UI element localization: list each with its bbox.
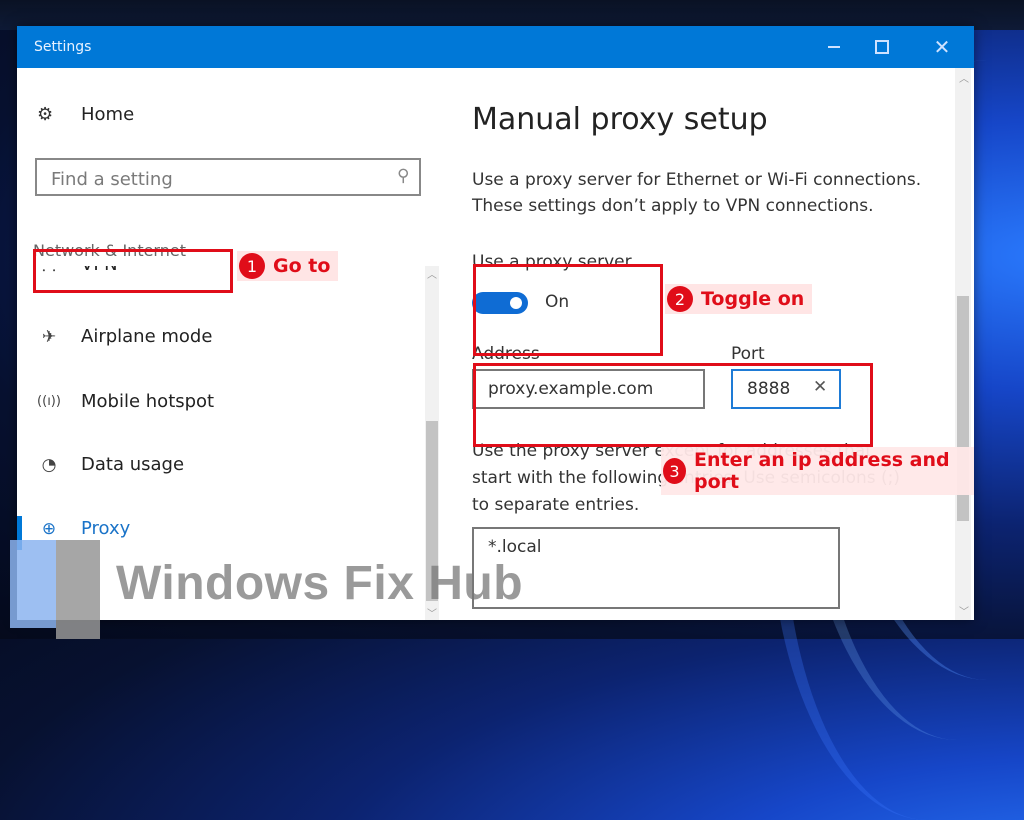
maximize-icon xyxy=(875,40,889,54)
page-title: Manual proxy setup xyxy=(472,102,768,137)
step-number-badge: 1 xyxy=(239,253,265,279)
close-icon: ✕ xyxy=(933,35,951,59)
annotation-step-3: 3 Enter an ip address and port xyxy=(661,447,974,495)
proxy-description: Use a proxy server for Ethernet or Wi-Fi… xyxy=(472,170,922,216)
highlight-proxy-toggle xyxy=(473,264,663,356)
hotspot-icon: ((ı)) xyxy=(37,394,61,409)
annotation-step-2: 2 Toggle on xyxy=(665,284,813,314)
find-setting-search[interactable]: ⚲ xyxy=(35,158,421,196)
sidebar-item-data-usage[interactable]: ◔ Data usage xyxy=(37,454,184,475)
sidebar-item-mobile-hotspot[interactable]: ((ı)) Mobile hotspot xyxy=(37,391,214,412)
scroll-up-icon[interactable]: ︿ xyxy=(427,266,437,281)
step-number-badge: 2 xyxy=(667,286,693,312)
step-text: Go to xyxy=(273,255,331,277)
sidebar-item-airplane-mode[interactable]: ✈ Airplane mode xyxy=(37,326,213,347)
watermark-logo-block xyxy=(56,540,100,639)
title-bar: Settings ✕ xyxy=(17,26,974,68)
watermark-logo-block xyxy=(10,540,56,628)
sidebar-item-proxy[interactable]: ⊕ Proxy xyxy=(37,518,130,539)
minimize-icon xyxy=(828,46,840,48)
annotation-step-1: 1 Go to xyxy=(237,251,339,281)
highlight-network-internet xyxy=(33,249,233,293)
watermark-text: Windows Fix Hub xyxy=(116,557,524,610)
close-button[interactable]: ✕ xyxy=(914,26,970,68)
sidebar-item-label: Mobile hotspot xyxy=(81,391,215,412)
scroll-down-icon[interactable]: ﹀ xyxy=(959,603,969,618)
data-usage-icon: ◔ xyxy=(41,454,57,475)
exceptions-input[interactable]: *.local xyxy=(472,527,840,609)
airplane-icon: ✈ xyxy=(41,326,57,347)
scroll-up-icon[interactable]: ︿ xyxy=(959,70,969,85)
search-input[interactable] xyxy=(49,166,383,192)
gear-icon: ⚙ xyxy=(37,104,54,125)
sidebar-home[interactable]: ⚙ Home xyxy=(37,104,134,125)
step-text: Toggle on xyxy=(701,288,805,310)
globe-icon: ⊕ xyxy=(41,518,57,539)
sidebar-item-label: Proxy xyxy=(81,518,131,539)
main-scrollbar[interactable]: ︿ ﹀ xyxy=(955,68,971,620)
sidebar-item-label: Airplane mode xyxy=(81,326,213,347)
highlight-address-port xyxy=(473,363,873,447)
window-title: Settings xyxy=(34,39,92,55)
step-number-badge: 3 xyxy=(663,458,687,484)
maximize-button[interactable] xyxy=(854,26,910,68)
sidebar-item-label: Data usage xyxy=(81,454,185,475)
search-icon[interactable]: ⚲ xyxy=(397,166,409,186)
step-text: Enter an ip address and port xyxy=(694,449,950,493)
sidebar-home-label: Home xyxy=(81,104,135,125)
settings-window: Settings ✕ ⚙ Home ⚲ Network & Internet ⸬… xyxy=(17,26,974,620)
port-label: Port xyxy=(731,344,765,364)
